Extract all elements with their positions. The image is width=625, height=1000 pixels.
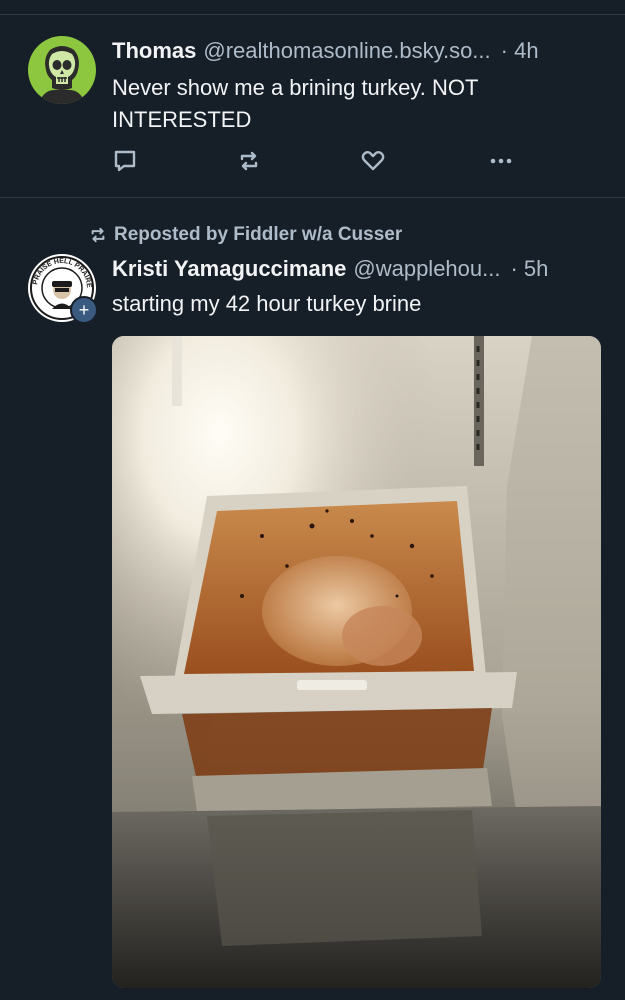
repost-arrows-icon: [240, 151, 258, 171]
speech-bubble-icon: [114, 150, 136, 172]
repost-indicator[interactable]: Reposted by Fiddler w/a Cusser: [88, 222, 402, 248]
post-image[interactable]: [112, 336, 601, 988]
follow-plus-button[interactable]: +: [70, 296, 98, 324]
repost-arrows-icon: [91, 227, 105, 243]
post-text: Never show me a brining turkey. NOT INTE…: [112, 75, 478, 132]
post-time[interactable]: · 5h: [510, 256, 548, 282]
post-header: Kristi Yamaguccimane @wapplehou... · 5h: [112, 256, 601, 286]
repost-label: Reposted by Fiddler w/a Cusser: [114, 224, 403, 245]
feed: Thomas @realthomasonline.bsky.so... · 4h…: [0, 0, 625, 1000]
post-divider: [0, 197, 625, 198]
author-handle[interactable]: @wapplehou...: [353, 256, 500, 282]
ellipsis-icon: [490, 158, 512, 164]
more-button[interactable]: [484, 144, 518, 178]
top-divider: [0, 14, 625, 15]
post-header: Thomas @realthomasonline.bsky.so... · 4h: [112, 38, 601, 68]
author-name[interactable]: Thomas: [112, 38, 196, 64]
repost-button[interactable]: [232, 144, 266, 178]
author-handle[interactable]: @realthomasonline.bsky.so...: [203, 38, 490, 64]
post-text: starting my 42 hour turkey brine: [112, 291, 422, 316]
heart-icon: [361, 151, 385, 171]
post-time[interactable]: · 4h: [501, 38, 539, 64]
reply-button[interactable]: [108, 144, 142, 178]
skull-avatar-image: [28, 36, 96, 104]
fridge-turkey-photo: [112, 336, 601, 988]
like-button[interactable]: [356, 144, 390, 178]
avatar[interactable]: [28, 36, 96, 104]
post-actions: [108, 144, 518, 178]
author-name[interactable]: Kristi Yamaguccimane: [112, 256, 346, 282]
